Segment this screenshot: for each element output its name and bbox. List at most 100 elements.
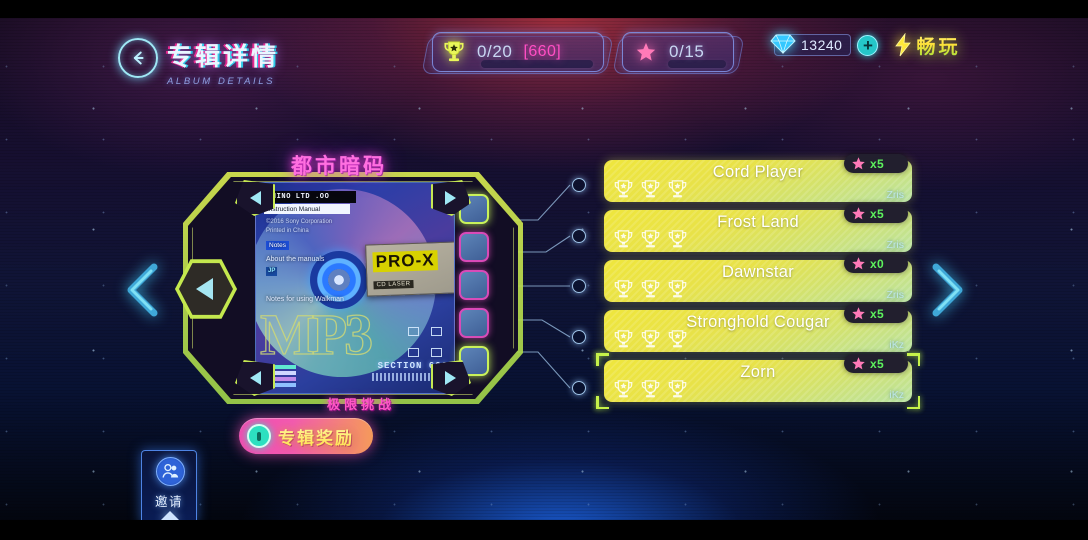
song-row[interactable]: Dawnstar x0 Zris — [604, 254, 912, 302]
star-icon — [852, 157, 865, 170]
triangle-left-icon — [195, 278, 213, 300]
song-trophy-group — [613, 180, 688, 199]
song-artist: Zris — [886, 289, 905, 301]
star-counter[interactable]: 0/15 — [622, 32, 734, 72]
play-free-label: 畅玩 — [916, 32, 960, 59]
artwork-prox-sublabel: CD LASER — [373, 279, 414, 290]
artwork-manual-header: RHINO LTD .OO — [264, 191, 356, 203]
star-icon — [852, 357, 865, 370]
prev-album-hex-button[interactable] — [175, 258, 237, 320]
album-reward-label: 专辑奖励 — [278, 424, 354, 449]
trophy-icon — [614, 280, 633, 298]
selection-corner — [907, 396, 920, 409]
artwork-about-line: About the manuals — [266, 256, 325, 263]
album-track-slots — [459, 194, 493, 382]
trophy-icon — [641, 230, 660, 248]
add-gems-button[interactable]: + — [857, 34, 879, 56]
song-trophy-group — [613, 330, 688, 349]
people-glyph — [162, 463, 179, 478]
song-artist: iKz — [889, 339, 904, 351]
artwork-mp3-word: MP3 — [259, 301, 373, 367]
album-title: 都市暗码 — [291, 155, 387, 178]
trophy-icon — [641, 280, 660, 298]
song-star-count: x5 — [870, 206, 884, 221]
arrow-left-circle-icon — [133, 51, 144, 65]
artwork-tag-jp: JP — [266, 267, 278, 276]
trophy-icon — [614, 230, 633, 248]
song-star-count: x5 — [870, 156, 884, 171]
selection-corner — [907, 353, 920, 366]
song-star-badge: x5 — [844, 204, 908, 223]
song-row[interactable]: Frost Land x5 Zris — [604, 204, 912, 252]
next-album-chevron[interactable] — [928, 262, 970, 318]
song-star-badge: x5 — [844, 354, 908, 373]
song-star-badge: x5 — [844, 304, 908, 323]
song-artist: iKz — [889, 389, 904, 401]
trophy-counter[interactable]: 0/20 [660] — [432, 32, 604, 72]
song-star-count: x0 — [870, 256, 884, 271]
track-connector-node — [572, 178, 586, 192]
play-free-entry[interactable]: 畅玩 — [893, 32, 960, 59]
track-connector-node — [572, 279, 586, 293]
song-star-count: x5 — [870, 356, 884, 371]
invite-label: 邀请 — [154, 495, 183, 509]
album-track-slot[interactable] — [459, 232, 489, 262]
album-reward-button[interactable]: 专辑奖励 — [239, 418, 373, 454]
triangle-icon — [446, 371, 457, 385]
trophy-icon — [668, 180, 687, 198]
triangle-icon — [446, 191, 457, 205]
artwork-focus-brackets-icon — [408, 327, 442, 357]
trophy-icon — [668, 230, 687, 248]
star-icon — [636, 42, 656, 61]
artwork-tag-notes: Notes — [266, 241, 289, 251]
trophy-icon — [641, 330, 660, 348]
artwork-prox-card: PRO-X CD LASER — [365, 241, 454, 297]
song-artist: Zris — [886, 189, 905, 201]
medal-icon — [247, 424, 271, 448]
letterbox-top — [0, 0, 1088, 18]
star-icon — [852, 207, 865, 220]
back-button[interactable] — [118, 38, 158, 78]
trophy-icon — [614, 330, 633, 348]
trophy-icon — [668, 330, 687, 348]
song-star-count: x5 — [870, 306, 884, 321]
trophy-icon — [668, 380, 687, 398]
gem-count-value: 13240 — [801, 37, 843, 53]
page-title-cn: 专辑详情 — [167, 43, 280, 71]
trophy-count-value: 0/20 — [477, 42, 513, 61]
song-row[interactable]: Stronghold Cougar x5 iKz — [604, 304, 912, 352]
song-row[interactable]: Cord Player x5 Zris — [604, 154, 912, 202]
prev-album-chevron[interactable] — [120, 262, 162, 318]
album-artwork: RHINO LTD .OO Instruction Manual ©2016 S… — [255, 182, 455, 394]
triangle-icon — [249, 371, 261, 385]
trophy-icon — [614, 380, 633, 398]
page-title: 专辑详情 ALBUM DETAILS — [167, 37, 279, 87]
letterbox-bottom — [0, 520, 1088, 540]
people-icon — [156, 457, 185, 486]
song-artist: Zris — [886, 239, 905, 251]
selection-corner — [596, 396, 609, 409]
song-row[interactable]: Zorn x5 iKz — [596, 353, 920, 409]
chevron-up-icon[interactable] — [161, 511, 179, 520]
trophy-bracket-value: [660] — [523, 43, 562, 60]
invite-button[interactable]: 邀请 — [141, 450, 197, 524]
album-track-slot[interactable] — [459, 308, 489, 338]
artwork-prox-label: PRO-X — [372, 250, 438, 273]
cd-hub-graphic — [328, 269, 350, 291]
song-star-badge: x0 — [844, 254, 908, 273]
artwork-manual-subtitle: Instruction Manual — [264, 204, 350, 214]
album-track-slot[interactable] — [459, 270, 489, 300]
song-trophy-group — [613, 230, 688, 249]
track-connector-node — [572, 330, 586, 344]
page-title-en: ALBUM DETAILS — [167, 76, 276, 87]
trophy-icon — [641, 380, 660, 398]
lightning-bolt-icon — [895, 33, 912, 57]
star-count-value: 0/15 — [669, 42, 705, 61]
trophy-icon — [668, 280, 687, 298]
track-connector-node — [572, 381, 586, 395]
song-trophy-group — [613, 380, 688, 399]
trophy-icon — [614, 180, 633, 198]
song-star-badge: x5 — [844, 154, 908, 173]
game-screen: 专辑详情 ALBUM DETAILS 0/20 [660] 0/15 13240… — [0, 0, 1088, 540]
trophy-icon — [444, 41, 464, 62]
